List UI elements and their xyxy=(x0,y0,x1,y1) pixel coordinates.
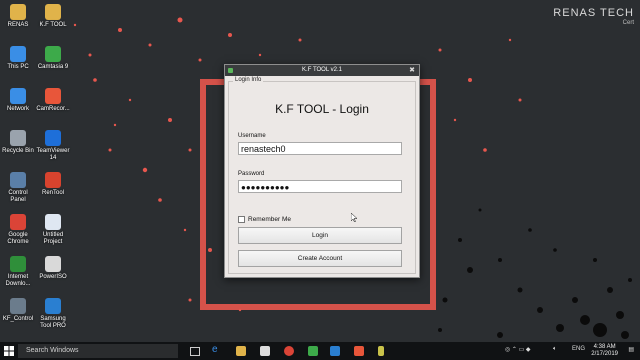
password-label: Password xyxy=(238,171,265,177)
desktop-icon[interactable]: CamRecor... xyxy=(36,88,70,113)
clock-date: 2/17/2019 xyxy=(591,351,618,357)
edge-icon[interactable]: e xyxy=(212,344,224,355)
desktop-icon[interactable]: RenTool xyxy=(36,172,70,197)
desktop-icon[interactable]: K.F TOOL xyxy=(36,4,70,29)
password-input[interactable]: ●●●●●●●●●● xyxy=(238,180,402,193)
desktop-icon[interactable]: Control Panel xyxy=(1,172,35,204)
samsung-tool-icon xyxy=(45,298,61,314)
desktop-icon[interactable]: KF_Control xyxy=(1,298,35,323)
desktop-icon-label: Google Chrome xyxy=(7,232,29,245)
search-box[interactable]: Search Windows xyxy=(18,344,178,358)
network-icon xyxy=(10,88,26,104)
rentool-icon xyxy=(45,172,61,188)
remember-me-label: Remember Me xyxy=(248,216,291,223)
camtasia-taskbar-icon[interactable] xyxy=(308,346,318,356)
watermark: RENAS TECH Cert xyxy=(553,7,634,27)
idm-icon xyxy=(10,256,26,272)
username-input[interactable]: renastech0 xyxy=(238,142,402,155)
poweriso-icon xyxy=(45,256,61,272)
mouse-cursor-icon xyxy=(351,213,357,222)
teamviewer-icon xyxy=(45,130,61,146)
clock-time: 4:38 AM xyxy=(593,344,616,350)
kf-tool-taskbar-icon[interactable] xyxy=(378,346,384,356)
watermark-subtitle: Cert xyxy=(622,20,634,26)
login-button[interactable]: Login xyxy=(238,227,402,244)
clock[interactable]: 4:38 AM 2/17/2019 xyxy=(591,344,618,358)
desktop-icon-label: RENAS xyxy=(7,22,29,28)
language-indicator[interactable]: ENG xyxy=(572,346,585,352)
file-explorer-icon[interactable] xyxy=(236,346,246,356)
folder-icon xyxy=(45,4,61,20)
login-window: K.F TOOL v2.1 ✖ Login Info K.F TOOL - Lo… xyxy=(224,64,420,278)
login-info-group: Login Info K.F TOOL - Login Username ren… xyxy=(228,77,416,274)
desktop-icon-label: RenTool xyxy=(41,190,64,196)
desktop-icon-label: Control Panel xyxy=(8,190,28,203)
store-icon[interactable] xyxy=(260,346,270,356)
desktop-icon[interactable]: TeamViewer 14 xyxy=(36,130,70,162)
desktop-icon[interactable]: Recycle Bin xyxy=(1,130,35,155)
watermark-title: RENAS TECH xyxy=(553,7,634,19)
desktop-icon-label: PowerISO xyxy=(39,274,67,280)
desktop-icon-label: This PC xyxy=(7,64,29,70)
group-title: Login Info xyxy=(233,77,264,83)
desktop-icon[interactable]: Camtasia 9 xyxy=(36,46,70,71)
checkbox-icon[interactable] xyxy=(238,216,245,223)
desktop-icon-label: TeamViewer 14 xyxy=(36,148,70,161)
desktop: RENAS TECH Cert RENAS K.F TOOL This PC Camt… xyxy=(0,0,640,342)
desktop-icon-label: KF_Control xyxy=(2,316,34,322)
recycle-bin-icon xyxy=(10,130,26,146)
folder-icon xyxy=(10,4,26,20)
task-view-icon[interactable] xyxy=(190,347,200,356)
desktop-icon-label: Camtasia 9 xyxy=(37,64,69,70)
computer-icon xyxy=(10,46,26,62)
windows-start-icon[interactable] xyxy=(4,346,14,356)
login-heading: K.F TOOL - Login xyxy=(275,102,369,116)
camrec-taskbar-icon[interactable] xyxy=(354,346,364,356)
camrec-icon xyxy=(45,88,61,104)
desktop-icon[interactable]: Untitled Project xyxy=(36,214,70,246)
username-label: Username xyxy=(238,133,266,139)
desktop-icon[interactable]: Internet Downlo... xyxy=(1,256,35,288)
volume-icon[interactable]: 🔈︎ xyxy=(553,346,557,353)
desktop-icon-label: Recycle Bin xyxy=(2,148,34,154)
window-title: K.F TOOL v2.1 xyxy=(302,67,342,73)
desktop-icon-label: CamRecor... xyxy=(36,106,70,112)
desktop-icon[interactable]: RENAS xyxy=(1,4,35,29)
desktop-icon-label: Samsung Tool PRO xyxy=(40,316,66,329)
camtasia-icon xyxy=(45,46,61,62)
desktop-icon-label: K.F TOOL xyxy=(39,22,67,28)
desktop-icon[interactable]: Google Chrome xyxy=(1,214,35,246)
title-bar[interactable]: K.F TOOL v2.1 ✖ xyxy=(225,65,419,76)
desktop-icon[interactable]: Network xyxy=(1,88,35,113)
samsung-tool-taskbar-icon[interactable] xyxy=(330,346,340,356)
desktop-icon[interactable]: Samsung Tool PRO xyxy=(36,298,70,330)
remember-me-checkbox[interactable]: Remember Me xyxy=(238,216,291,223)
close-icon[interactable]: ✖ xyxy=(409,65,415,76)
desktop-icon-label: Network xyxy=(6,106,29,112)
app-icon xyxy=(228,68,233,73)
desktop-icon[interactable]: PowerISO xyxy=(36,256,70,281)
desktop-icon[interactable]: This PC xyxy=(1,46,35,71)
desktop-icon-label: Untitled Project xyxy=(42,232,64,245)
document-icon xyxy=(45,214,61,230)
notifications-icon[interactable]: ▤ xyxy=(628,346,634,353)
create-account-button[interactable]: Create Account xyxy=(238,250,402,267)
kf-control-icon xyxy=(10,298,26,314)
control-panel-icon xyxy=(10,172,26,188)
tray-icons[interactable]: ◎ ⌃ ▭ ◆ xyxy=(505,346,531,353)
taskbar: Search Windows e ◎ ⌃ ▭ ◆ 🔈︎ ENG 4:38 AM … xyxy=(0,342,640,360)
chrome-taskbar-icon[interactable] xyxy=(284,346,294,356)
chrome-icon xyxy=(10,214,26,230)
desktop-icon-label: Internet Downlo... xyxy=(5,274,31,287)
